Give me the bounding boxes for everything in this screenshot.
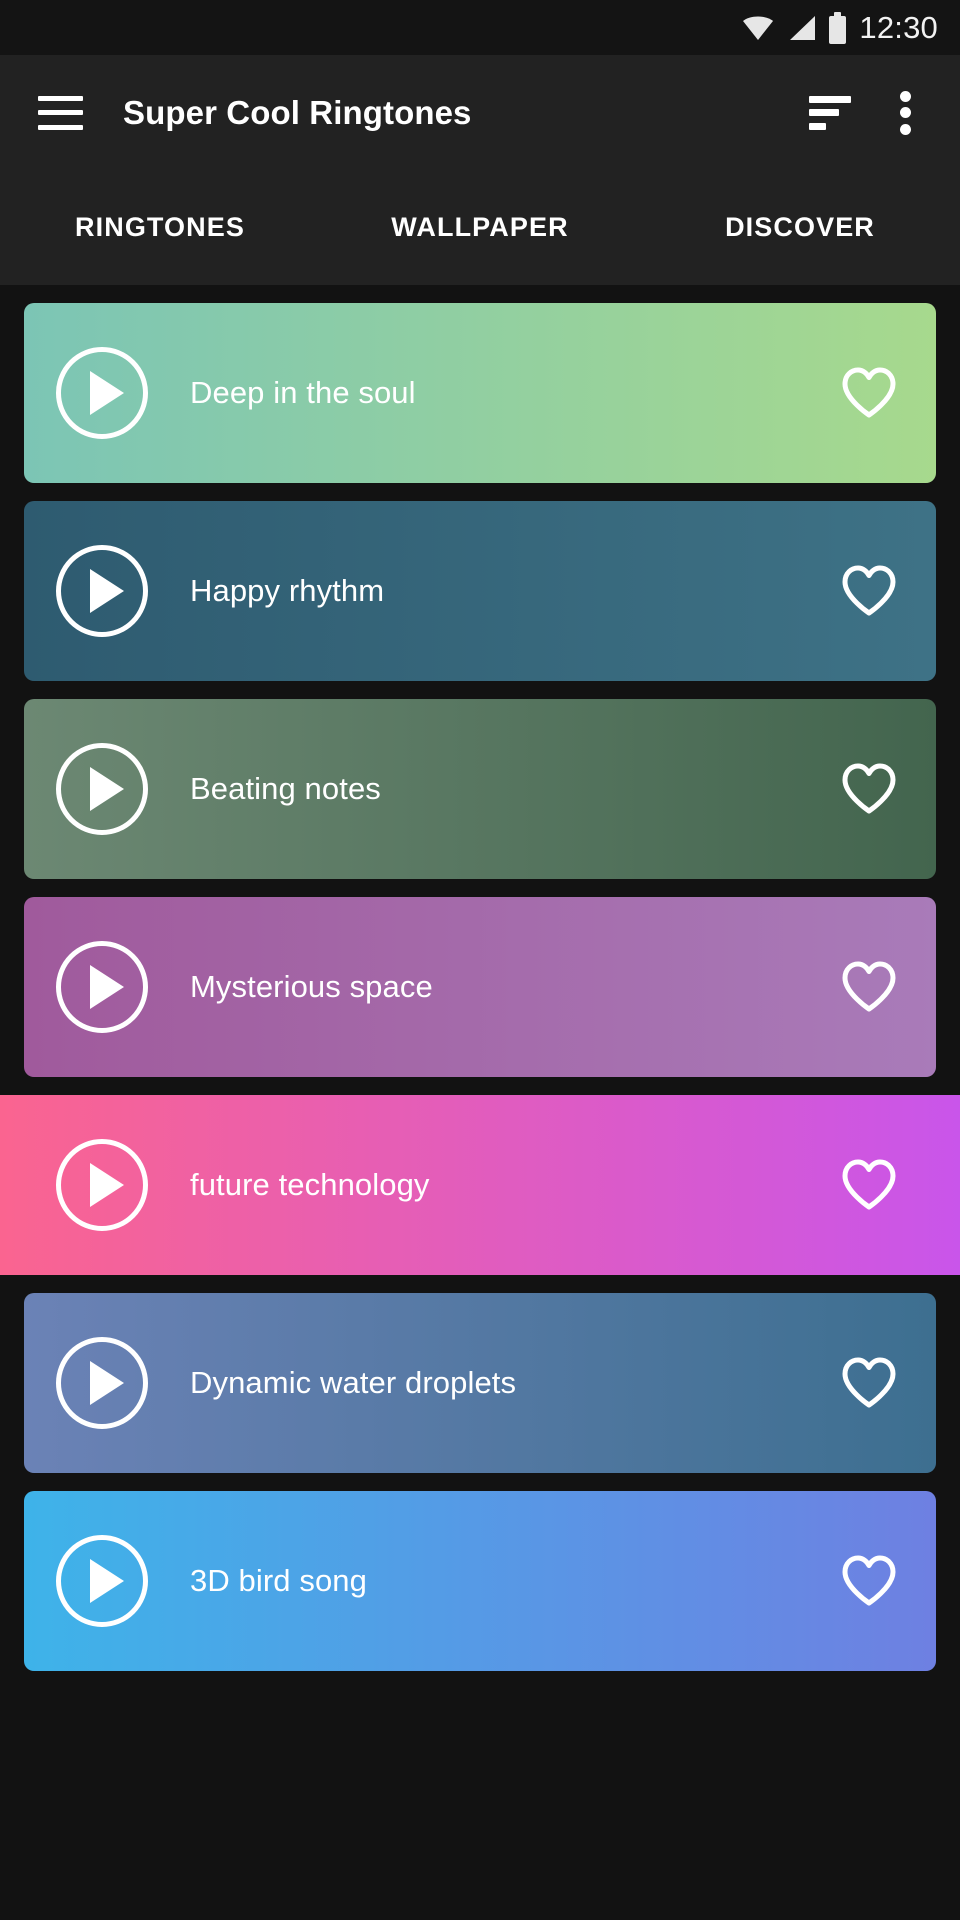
favorite-heart-icon[interactable]: [840, 1554, 898, 1608]
play-icon[interactable]: [56, 1535, 148, 1627]
play-triangle: [89, 1163, 124, 1207]
tab-wallpaper[interactable]: WALLPAPER: [320, 212, 640, 243]
favorite-heart-icon[interactable]: [840, 1158, 898, 1212]
ringtone-card[interactable]: future technology: [0, 1095, 960, 1275]
ringtone-title: Happy rhythm: [190, 573, 385, 608]
play-triangle: [89, 371, 124, 415]
ringtone-card[interactable]: Mysterious space: [24, 897, 936, 1077]
overflow-menu-icon[interactable]: [899, 90, 911, 135]
ringtone-card[interactable]: 3D bird song: [24, 1491, 936, 1671]
page-title: Super Cool Ringtones: [123, 93, 472, 131]
ringtone-card[interactable]: Happy rhythm: [24, 501, 936, 681]
favorite-heart-icon[interactable]: [840, 366, 898, 420]
battery-icon: [829, 11, 847, 44]
tab-bar: RINGTONES WALLPAPER DISCOVER: [0, 170, 960, 285]
ringtone-title: 3D bird song: [190, 1563, 367, 1598]
play-icon[interactable]: [56, 1337, 148, 1429]
favorite-heart-icon[interactable]: [840, 564, 898, 618]
play-triangle: [89, 569, 124, 613]
favorite-heart-icon[interactable]: [840, 762, 898, 816]
status-bar: 12:30: [0, 0, 960, 55]
wifi-icon: [743, 16, 774, 40]
ringtone-title: Beating notes: [190, 771, 381, 806]
ringtone-title: future technology: [190, 1167, 430, 1202]
hamburger-menu-icon[interactable]: [38, 95, 83, 130]
play-icon[interactable]: [56, 347, 148, 439]
play-triangle: [89, 1361, 124, 1405]
ringtone-card[interactable]: Dynamic water droplets: [24, 1293, 936, 1473]
tab-discover[interactable]: DISCOVER: [640, 212, 960, 243]
favorite-heart-icon[interactable]: [840, 960, 898, 1014]
play-icon[interactable]: [56, 545, 148, 637]
app-bar: Super Cool Ringtones: [0, 55, 960, 170]
play-triangle: [89, 1559, 124, 1603]
ringtone-title: Mysterious space: [190, 969, 433, 1004]
play-triangle: [89, 767, 124, 811]
ringtone-title: Deep in the soul: [190, 375, 416, 410]
sort-icon[interactable]: [809, 95, 851, 130]
tab-ringtones[interactable]: RINGTONES: [0, 212, 320, 243]
play-icon[interactable]: [56, 941, 148, 1033]
play-icon[interactable]: [56, 743, 148, 835]
favorite-heart-icon[interactable]: [840, 1356, 898, 1410]
ringtone-list: Deep in the soul Happy rhythm Beating note…: [0, 285, 960, 1671]
ringtone-card[interactable]: Beating notes: [24, 699, 936, 879]
status-bar-clock: 12:30: [859, 9, 938, 45]
status-bar-icons: [741, 11, 847, 44]
play-triangle: [89, 965, 124, 1009]
ringtone-card[interactable]: Deep in the soul: [24, 303, 936, 483]
ringtone-title: Dynamic water droplets: [190, 1365, 517, 1400]
play-icon[interactable]: [56, 1139, 148, 1231]
signal-icon: [790, 15, 816, 40]
